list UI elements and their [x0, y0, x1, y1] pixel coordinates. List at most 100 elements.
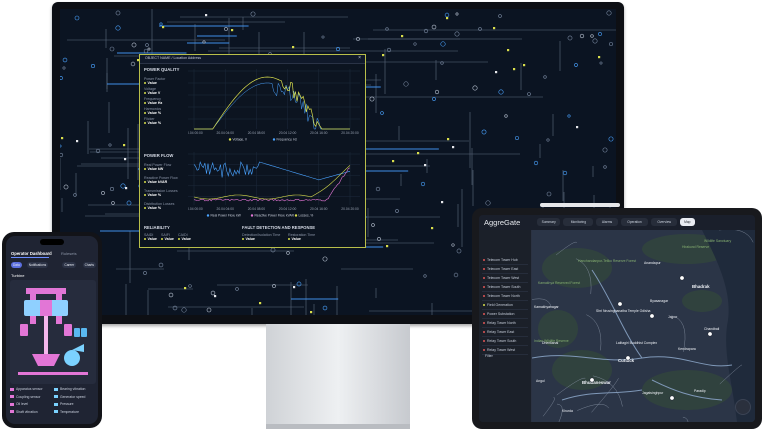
schematic-device [292, 46, 295, 49]
schematic-node [420, 181, 426, 187]
schematic-node [440, 41, 446, 47]
schematic-node [60, 76, 63, 80]
close-icon[interactable]: × [358, 55, 361, 61]
status-dot-icon [144, 102, 146, 105]
schematic-node [472, 85, 478, 91]
device-list-item[interactable]: Relay Tower North [482, 319, 528, 328]
device-list-item[interactable]: Power Substation [482, 310, 528, 319]
phone-chip[interactable]: Charts [82, 262, 96, 268]
schematic-node [143, 48, 149, 54]
legend-label: Real Power Flow, kW [211, 214, 241, 217]
phone-chip[interactable]: Notifications [26, 262, 49, 268]
legend-label: Reactive Power Flow, kVAR [255, 214, 295, 217]
legend-label: Voltage, V [233, 138, 248, 141]
status-dot-icon [178, 238, 180, 241]
schematic-node [498, 14, 502, 18]
legend-swatch-icon [54, 387, 58, 391]
status-dot-icon [144, 207, 146, 210]
tablet-tab[interactable]: Alarms [596, 218, 618, 226]
schematic-device [259, 302, 262, 305]
device-list-item[interactable]: Telecom Tower East [482, 265, 528, 274]
schematic-node [434, 89, 440, 95]
tablet-tab[interactable]: Overview [651, 218, 677, 226]
tablet-tab[interactable]: Operation [620, 218, 649, 226]
tick-label: 20.04 16:00 [310, 207, 328, 211]
schematic-node [451, 243, 455, 247]
map-layers-button[interactable] [735, 399, 751, 415]
map-pin-icon [649, 313, 655, 319]
schematic-node [181, 307, 187, 313]
status-dot-icon [144, 112, 146, 115]
schematic-node [62, 57, 68, 63]
device-list-item[interactable]: Telecom Tower South [482, 283, 528, 292]
device-list-item[interactable]: Relay Tower South [482, 337, 528, 346]
turbine-diagram [10, 280, 96, 384]
map-label: Kamakhyanagar [534, 305, 560, 309]
schematic-node [602, 147, 608, 153]
device-list-item[interactable]: Telecom Tower Hub [482, 256, 528, 265]
schematic-node [481, 129, 487, 135]
metric-value: Value [288, 237, 301, 241]
device-list-item[interactable]: Relay Tower East [482, 328, 528, 337]
schematic-node [74, 15, 80, 21]
map-pin-icon [617, 301, 623, 307]
schematic-node [224, 27, 228, 31]
tablet-tab[interactable]: Map [680, 218, 695, 226]
status-dot-icon [144, 168, 146, 171]
map-label: Paradip [694, 389, 706, 393]
stylus [540, 203, 620, 207]
phone-section-title: Turbine [11, 273, 25, 278]
schematic-node [380, 111, 384, 115]
schematic-device [231, 29, 234, 32]
schematic-node [158, 262, 164, 268]
schematic-device [386, 245, 389, 248]
schematic-node [543, 75, 547, 79]
tablet-tab[interactable]: Summary [537, 218, 561, 226]
schematic-node [120, 183, 126, 189]
schematic-node [455, 12, 459, 16]
phone-chip[interactable]: Data [11, 262, 22, 268]
map-label: Wildlife Sanctuary [704, 239, 731, 243]
metric-value: Value % [144, 206, 161, 210]
schematic-node [145, 43, 149, 47]
legend-swatch-icon [54, 395, 58, 399]
schematic-device [61, 137, 64, 140]
schematic-node [159, 22, 163, 26]
map-label: Hanchandanpur-Teliko Reserve Forest [578, 259, 636, 263]
sidebar-filter[interactable]: Filter [485, 354, 493, 358]
device-list-item[interactable]: Telecom Tower West [482, 274, 528, 283]
device-status-icon [483, 268, 485, 271]
tablet-tab[interactable]: Monitoring [563, 218, 594, 226]
device-list-item[interactable]: Telecom Tower North [482, 292, 528, 301]
schematic-node [432, 97, 436, 101]
legend-item: Bearing vibration [54, 387, 85, 391]
schematic-node [188, 284, 192, 288]
schematic-device [392, 160, 395, 163]
schematic-node [108, 143, 112, 147]
schematic-node [115, 25, 121, 31]
legend-item: Shaft vibration [10, 410, 38, 414]
tick-label: 20.04 00:00 [188, 207, 203, 211]
device-list-item[interactable]: Field Generation [482, 301, 528, 310]
schematic-node [592, 38, 598, 44]
schematic-node [371, 223, 375, 227]
device-status-icon [483, 331, 485, 334]
device-status-icon [483, 322, 485, 325]
schematic-node [109, 186, 115, 192]
phone-chip[interactable]: Career [62, 262, 77, 268]
tablet-sidebar: Telecom Tower Hub Telecom Tower East Telec… [479, 230, 532, 422]
map-view[interactable]: Wildlife Sanctuary Hirakund Reserve Hancha… [532, 230, 755, 422]
device-status-icon [483, 313, 485, 316]
legend-item: Pressure [54, 402, 74, 406]
device-status-icon [483, 304, 485, 307]
status-dot-icon [144, 194, 146, 197]
schematic-node [172, 305, 178, 311]
series-line [193, 167, 351, 202]
metric-value: Value V [144, 91, 160, 95]
metric-value: Value [178, 237, 191, 241]
schematic-node [606, 10, 612, 16]
metric-value: Value % [144, 121, 161, 125]
map-label: Chandbali [704, 327, 720, 331]
phone-tab-rulesets[interactable]: Rulesets [61, 251, 77, 256]
schematic-device [441, 201, 444, 204]
